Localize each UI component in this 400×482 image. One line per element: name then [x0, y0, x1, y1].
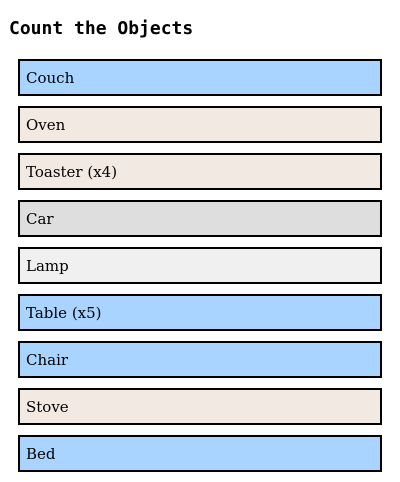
list-item-label: Car [26, 209, 54, 228]
list-item-lamp[interactable]: Lamp [18, 247, 382, 284]
list-item-table[interactable]: Table (x5) [18, 294, 382, 331]
list-item-label: Lamp [26, 256, 69, 275]
list-item-label: Chair [26, 350, 69, 369]
list-item-label: Oven [26, 115, 66, 134]
list-item-car[interactable]: Car [18, 200, 382, 237]
list-item-toaster[interactable]: Toaster (x4) [18, 153, 382, 190]
list-item-chair[interactable]: Chair [18, 341, 382, 378]
page-title: Count the Objects [9, 18, 194, 39]
list-item-label: Bed [26, 444, 56, 463]
list-item-label: Couch [26, 68, 75, 87]
list-item-oven[interactable]: Oven [18, 106, 382, 143]
list-item-label: Toaster (x4) [26, 162, 118, 181]
list-item-label: Table (x5) [26, 303, 102, 322]
list-item-couch[interactable]: Couch [18, 59, 382, 96]
list-item-bed[interactable]: Bed [18, 435, 382, 472]
list-item-label: Stove [26, 397, 69, 416]
object-list: Couch Oven Toaster (x4) Car Lamp Table (… [18, 59, 382, 482]
list-item-stove[interactable]: Stove [18, 388, 382, 425]
